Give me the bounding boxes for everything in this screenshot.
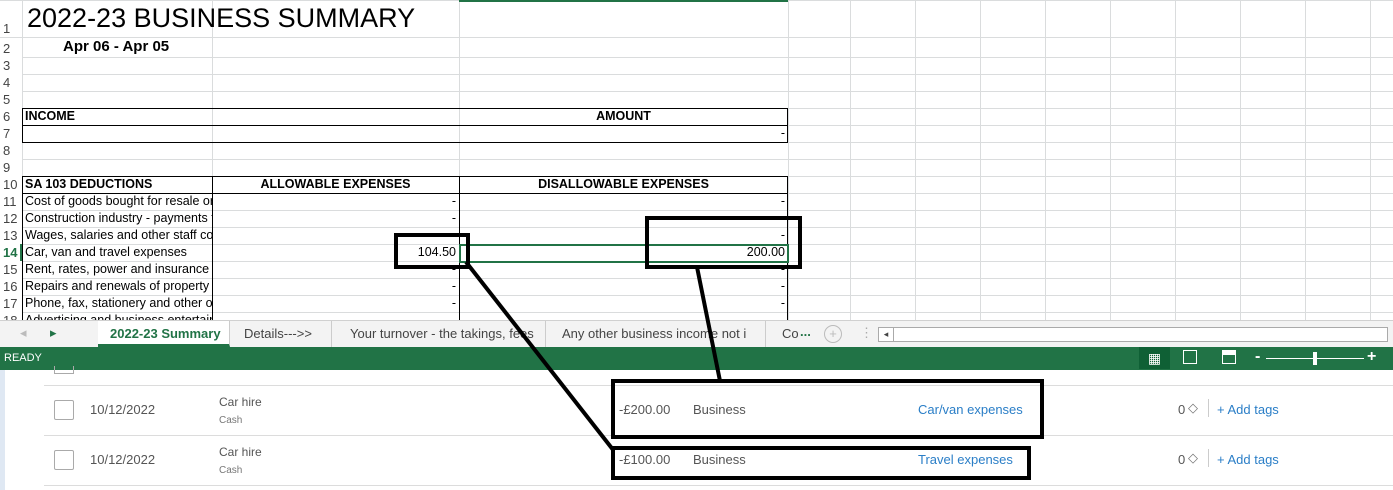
row-header[interactable]: 5 [0,91,22,108]
income-amount[interactable]: - [459,125,788,142]
zoom-slider[interactable] [1266,352,1364,365]
row-header[interactable]: 14 [0,244,22,261]
spreadsheet-grid[interactable]: 1234567891011121314151617182022-23 BUSIN… [0,0,1393,320]
date: 10/12/2022 [90,452,156,467]
tab-co[interactable]: Co [770,321,798,347]
transactions-list: 10/12/2022 Car hire Cash -£200.00 Busine… [0,366,1393,490]
allowable-value[interactable]: - [212,295,459,312]
payee: Car hire [219,445,262,459]
disallowable-value[interactable]: - [459,278,788,295]
type[interactable]: Business [693,452,746,467]
tag-icon: ◇ [1188,400,1198,415]
disallowable-value[interactable]: - [459,295,788,312]
row-header[interactable]: 15 [0,261,22,278]
row-header[interactable]: 17 [0,295,22,312]
expense-label[interactable]: Construction industry - payments to subc… [22,210,212,227]
allowable-value[interactable]: - [212,210,459,227]
payee: Car hire [219,395,262,409]
row-header[interactable]: 8 [0,142,22,159]
allowable-value[interactable]: - [212,193,459,210]
row-checkbox[interactable] [54,450,74,470]
active-cell [459,244,789,263]
add-tags-link[interactable]: + Add tags [1217,452,1279,467]
transaction-row[interactable]: 10/12/2022 Car hire Cash -£100.00 Busine… [44,435,1393,485]
disallowable-value[interactable]: - [459,193,788,210]
row-header[interactable]: 1 [0,20,22,37]
allowable-value[interactable]: - [212,261,459,278]
deductions-label[interactable]: SA 103 DEDUCTIONS [22,176,212,193]
amount: -£100.00 [619,452,671,467]
row-header[interactable]: 6 [0,108,22,125]
add-tags-link[interactable]: + Add tags [1217,402,1279,417]
account: Cash [219,465,243,476]
date: 10/12/2022 [90,402,156,417]
expense-label[interactable]: Cost of goods bought for resale or goods… [22,193,212,210]
disallowable-label[interactable]: DISALLOWABLE EXPENSES [459,176,788,193]
page-layout-icon[interactable] [1183,350,1197,364]
disallowable-value[interactable]: - [459,210,788,227]
category-link[interactable]: Car/van expenses [918,402,1023,417]
zoom-in-button[interactable]: + [1367,348,1376,366]
tag-count: 0 [1178,452,1186,467]
row-header[interactable]: 4 [0,74,22,91]
disallowable-value[interactable]: - [459,227,788,244]
allowable-value[interactable]: - [212,227,459,244]
options-icon[interactable]: ⋮ [860,325,873,341]
status-text: READY [4,352,42,364]
amount: -£200.00 [619,402,671,417]
expense-label[interactable]: Car, van and travel expenses [22,244,212,261]
tag-count: 0 [1178,402,1186,417]
row-header[interactable]: 2 [0,40,22,57]
add-sheet-icon[interactable]: + [824,325,842,343]
tab-your-turnover[interactable]: Your turnover - the takings, fees [338,321,546,347]
sheet-tab-bar: ◂ ▸ 2022-23 Summary Details--->> Your tu… [0,320,1393,347]
status-bar: READY ▦ - + [0,347,1393,370]
more-tabs-button[interactable]: ... [800,324,811,339]
scroll-right-icon[interactable]: ▸ [50,325,57,341]
horizontal-scrollbar[interactable]: ◂ [878,327,1388,342]
account: Cash [219,415,243,426]
row-header[interactable]: 3 [0,57,22,74]
normal-view-icon[interactable]: ▦ [1139,347,1170,369]
row-header[interactable]: 18 [0,312,22,320]
expense-label[interactable]: Repairs and renewals of property and equ… [22,278,212,295]
expense-label[interactable]: Advertising and business entertainment c… [22,312,212,320]
page-break-icon[interactable] [1222,350,1236,364]
tag-icon: ◇ [1188,450,1198,465]
expense-label[interactable]: Rent, rates, power and insurance costs [22,261,212,278]
type[interactable]: Business [693,402,746,417]
scroll-left-icon[interactable]: ◂ [20,325,27,341]
category-link[interactable]: Travel expenses [918,452,1013,467]
income-label[interactable]: INCOME [22,108,212,125]
zoom-out-button[interactable]: - [1255,348,1260,366]
tab-other-business-income[interactable]: Any other business income not i [550,321,766,347]
amount-label[interactable]: AMOUNT [459,108,788,125]
row-header[interactable]: 16 [0,278,22,295]
tab-details[interactable]: Details--->> [232,321,332,347]
row-header[interactable]: 12 [0,210,22,227]
allowable-value[interactable]: - [212,278,459,295]
sheet-title[interactable]: 2022-23 BUSINESS SUMMARY [24,0,454,37]
row-header[interactable]: 9 [0,159,22,176]
row-header[interactable]: 11 [0,193,22,210]
tab-2022-23-summary[interactable]: 2022-23 Summary [98,321,230,347]
expense-label[interactable]: Wages, salaries and other staff costs [22,227,212,244]
disallowable-value[interactable]: - [459,261,788,278]
row-checkbox[interactable] [54,400,74,420]
row-header[interactable]: 13 [0,227,22,244]
transaction-row[interactable]: 10/12/2022 Car hire Cash -£200.00 Busine… [44,385,1393,435]
allowable-value[interactable]: 104.50 [212,244,459,261]
row-header[interactable]: 10 [0,176,22,193]
row-header[interactable]: 7 [0,125,22,142]
allowable-label[interactable]: ALLOWABLE EXPENSES [212,176,459,193]
expense-label[interactable]: Phone, fax, stationery and other office … [22,295,212,312]
sheet-subtitle[interactable]: Apr 06 - Apr 05 [60,37,360,57]
header-checkbox[interactable] [54,366,74,374]
